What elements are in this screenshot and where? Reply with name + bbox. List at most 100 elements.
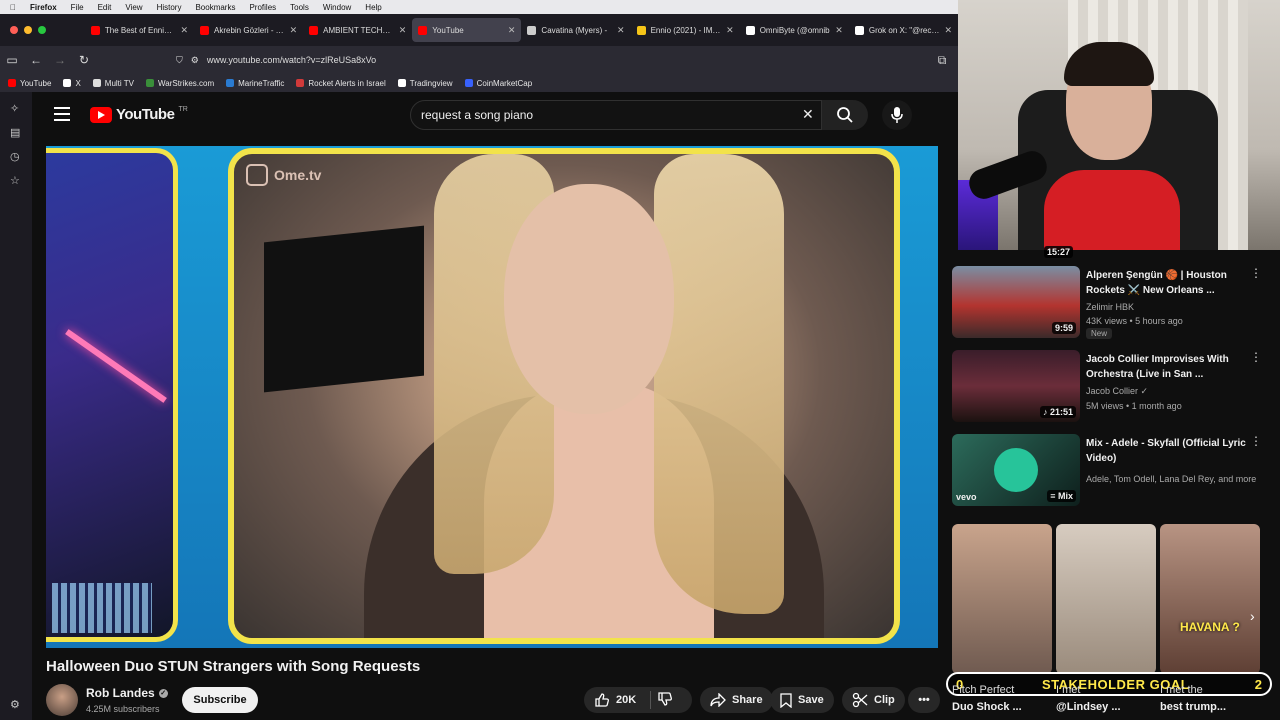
recommended-mix[interactable]: vevo ≡ Mix Mix - Adele - Skyfall (Offici… [952, 434, 1280, 512]
zoom-window-button[interactable] [38, 26, 46, 34]
history-icon[interactable]: ◷ [10, 150, 24, 164]
close-tab-icon[interactable]: ✕ [835, 25, 843, 36]
more-vert-icon[interactable]: ⋮ [1250, 266, 1262, 280]
close-tab-icon[interactable]: ✕ [290, 25, 298, 36]
ai-sparkle-icon[interactable]: ✧ [10, 102, 24, 116]
tracking-protection-icon[interactable]: ⛉ [176, 55, 183, 66]
bookmark-tradingview[interactable]: Tradingview [397, 79, 453, 88]
like-button[interactable]: 20K [594, 692, 636, 708]
video-player[interactable]: Ome.tv [46, 146, 938, 648]
close-tab-icon[interactable]: ✕ [944, 25, 952, 36]
bookmark-marinetraffic[interactable]: MarineTraffic [226, 79, 284, 88]
browser-tab-active[interactable]: YouTube ✕ [412, 18, 522, 42]
video-channel[interactable]: Jacob Collier ✓ [1086, 386, 1148, 397]
menu-window[interactable]: Window [323, 3, 351, 12]
logo-wordmark: YouTube [116, 106, 175, 123]
channel-avatar[interactable] [46, 684, 78, 716]
video-thumbnail[interactable]: ♪ 21:51 [952, 350, 1080, 422]
mix-thumbnail[interactable]: vevo ≡ Mix [952, 434, 1080, 506]
menu-hamburger-icon[interactable] [54, 107, 70, 121]
chevron-right-icon[interactable]: › [1250, 608, 1255, 624]
tab-title: AMBIENT TECHNO | [323, 25, 394, 35]
short-caption[interactable]: @Lindsey ... [1056, 701, 1121, 713]
browser-tab[interactable]: Ennio (2021) - IMDb ✕ [631, 18, 740, 42]
browser-tab[interactable]: OmniByte (@omnib ✕ [740, 18, 849, 42]
short-thumbnail[interactable]: HAVANA ? [1160, 524, 1260, 674]
close-tab-icon[interactable]: ✕ [508, 25, 516, 36]
menu-history[interactable]: History [157, 3, 182, 12]
bookmark-multi-tv[interactable]: Multi TV [92, 79, 134, 88]
short-caption[interactable]: I met [1056, 684, 1080, 696]
bookmark-rocket-alerts[interactable]: Rocket Alerts in Israel [296, 79, 386, 88]
browser-tab[interactable]: AMBIENT TECHNO | ✕ [303, 18, 412, 42]
short-caption[interactable]: Pitch Perfect [952, 684, 1014, 696]
short-caption[interactable]: best trump... [1160, 701, 1226, 713]
site-info-icon[interactable]: ⚙ [191, 55, 199, 66]
forward-button[interactable]: → [48, 53, 72, 67]
back-button[interactable]: ← [24, 53, 48, 67]
url-text[interactable]: www.youtube.com/watch?v=zlReUSa8xVo [207, 55, 376, 65]
settings-gear-icon[interactable]: ⚙ [10, 698, 24, 712]
video-title[interactable]: Mix - Adele - Skyfall (Official Lyric Vi… [1086, 436, 1254, 466]
browser-tab[interactable]: Akrebin Gözleri - Yo ✕ [194, 18, 303, 42]
youtube-logo[interactable]: YouTube TR [90, 106, 188, 123]
browser-tab[interactable]: Cavatina (Myers) - ✕ [521, 18, 630, 42]
short-caption[interactable]: I met the [1160, 684, 1203, 696]
menu-tools[interactable]: Tools [290, 3, 309, 12]
apple-icon[interactable]:  [10, 3, 16, 12]
address-bar[interactable]: ⛉ ⚙ www.youtube.com/watch?v=zlReUSa8xVo [176, 55, 376, 66]
video-left-panel-piano-studio [46, 148, 178, 642]
video-channel[interactable]: Zelimir HBK [1086, 302, 1134, 312]
voice-search-button[interactable] [882, 100, 912, 130]
close-tab-icon[interactable]: ✕ [180, 25, 188, 36]
video-thumbnail[interactable]: 9:59 [952, 266, 1080, 338]
short-caption[interactable]: Duo Shock ... [952, 701, 1022, 713]
browser-tab[interactable]: Grok on X: "@recete ✕ [849, 18, 958, 42]
tradingview-icon [397, 79, 406, 87]
video-title[interactable]: Alperen Şengün 🏀 | Houston Rockets ⚔️ Ne… [1086, 268, 1254, 298]
channel-name[interactable]: Rob Landes ✓ [86, 686, 168, 700]
search-button[interactable] [822, 100, 868, 130]
more-actions-button[interactable]: ••• [908, 687, 940, 713]
bookmark-coinmarketcap[interactable]: CoinMarketCap [464, 79, 532, 88]
reload-button[interactable]: ↻ [72, 53, 96, 67]
keyboard-keys [52, 583, 152, 633]
new-badge: New [1086, 328, 1113, 339]
short-thumbnail[interactable] [1056, 524, 1156, 674]
clear-search-icon[interactable]: ✕ [802, 106, 814, 123]
subscribe-button[interactable]: Subscribe [182, 687, 258, 713]
dislike-button[interactable] [657, 691, 673, 710]
more-vert-icon[interactable]: ⋮ [1250, 350, 1262, 364]
divider [650, 691, 652, 709]
menu-profiles[interactable]: Profiles [249, 3, 276, 12]
menu-help[interactable]: Help [365, 3, 381, 12]
bookmark-youtube[interactable]: YouTube [8, 79, 51, 88]
close-window-button[interactable] [10, 26, 18, 34]
bookmarks-star-icon[interactable]: ☆ [10, 174, 24, 188]
browser-tab[interactable]: The Best of Ennio M ✕ [85, 18, 194, 42]
tabs-icon[interactable]: ▤ [10, 126, 24, 140]
recommended-video[interactable]: 9:59 Alperen Şengün 🏀 | Houston Rockets … [952, 266, 1280, 344]
search-input[interactable]: request a song piano [410, 100, 822, 130]
bookmark-warstrikes[interactable]: WarStrikes.com [145, 79, 214, 88]
sidebar-toggle-icon[interactable]: ▭ [0, 53, 24, 67]
tab-title: Akrebin Gözleri - Yo [214, 25, 285, 35]
bookmark-x[interactable]: X [63, 79, 81, 88]
clip-button[interactable]: Clip [842, 687, 905, 713]
menu-edit[interactable]: Edit [98, 3, 112, 12]
save-button[interactable]: Save [770, 687, 834, 713]
minimize-window-button[interactable] [24, 26, 32, 34]
menubar-app-name[interactable]: Firefox [30, 3, 57, 12]
more-vert-icon[interactable]: ⋮ [1250, 434, 1262, 448]
picture-in-picture-icon[interactable]: ⧉ [930, 53, 954, 68]
short-thumbnail[interactable] [952, 524, 1052, 674]
menu-file[interactable]: File [71, 3, 84, 12]
close-tab-icon[interactable]: ✕ [726, 25, 734, 36]
video-title[interactable]: Jacob Collier Improvises With Orchestra … [1086, 352, 1254, 382]
recommended-video[interactable]: ♪ 21:51 Jacob Collier Improvises With Or… [952, 350, 1280, 428]
share-button[interactable]: Share [700, 687, 773, 713]
menu-view[interactable]: View [125, 3, 142, 12]
menu-bookmarks[interactable]: Bookmarks [195, 3, 235, 12]
close-tab-icon[interactable]: ✕ [617, 25, 625, 36]
close-tab-icon[interactable]: ✕ [399, 25, 407, 36]
